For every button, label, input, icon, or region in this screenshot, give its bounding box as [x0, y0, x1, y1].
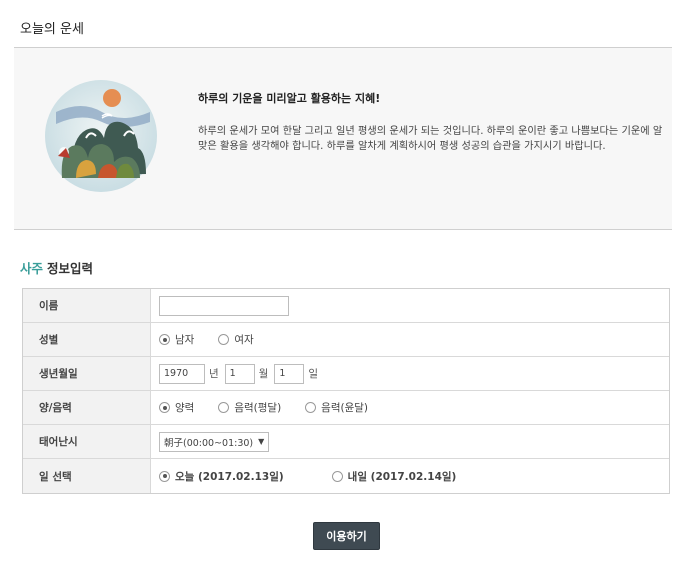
form-row-name: 이름	[23, 289, 669, 323]
gender-female-label: 여자	[234, 334, 254, 346]
birth-time-label: 태어난시	[23, 425, 151, 458]
date-today-label: 오늘 (2017.02.13일)	[175, 470, 284, 483]
birth-year-input[interactable]: 1970	[159, 363, 205, 384]
fortune-illustration	[45, 80, 157, 192]
radio-dot	[159, 334, 170, 345]
birth-time-select[interactable]: 朝子(00:00~01:30) ▼	[159, 431, 270, 452]
radio-dot	[305, 402, 317, 413]
radio-dot	[159, 402, 170, 413]
radio-dot	[331, 470, 343, 482]
form-row-birthdate: 생년월일 1970 년 1 월 1 일	[23, 357, 669, 391]
name-input[interactable]	[159, 295, 289, 316]
date-tomorrow-label: 내일 (2017.02.14일)	[347, 470, 457, 483]
name-label: 이름	[23, 289, 151, 322]
birth-month-input[interactable]: 1	[224, 363, 255, 384]
day-unit: 일	[308, 368, 319, 380]
section-title-rest: 정보입력	[47, 261, 94, 276]
birth-day-input[interactable]: 1	[274, 363, 305, 384]
fortune-page: 오늘의 운세 하루의 기운을 미리알고 활용하는 지혜! 하루의 운세가 모여 …	[0, 0, 690, 570]
birthdate-label: 생년월일	[23, 357, 151, 390]
gender-label: 성별	[23, 323, 151, 356]
form-row-calendar: 양/음력 양력 음력(평달) 음력(윤달)	[23, 391, 669, 425]
gender-radio-male[interactable]: 남자	[159, 332, 194, 347]
section-title: 사주 정보입력	[20, 258, 93, 277]
radio-dot	[218, 334, 230, 345]
intro-text: 하루의 운세가 모여 한달 그리고 일년 평생의 운세가 되는 것입니다. 하루…	[198, 126, 663, 152]
birth-time-value: 朝子(00:00~01:30)	[164, 437, 254, 449]
year-unit: 년	[209, 368, 219, 380]
form-row-date-select: 일 선택 오늘 (2017.02.13일) 내일 (2017.02.14일)	[23, 459, 669, 493]
calendar-radio-solar[interactable]: 양력	[159, 400, 194, 415]
page-title: 오늘의 운세	[20, 22, 84, 37]
title-bar: 오늘의 운세	[14, 14, 672, 48]
gender-male-label: 남자	[175, 334, 195, 346]
form-row-birth-time: 태어난시 朝子(00:00~01:30) ▼	[23, 425, 669, 459]
month-unit: 월	[258, 368, 269, 380]
intro-heading: 하루의 기운을 미리알고 활용하는 지혜!	[198, 92, 381, 105]
form-row-gender: 성별 남자 여자	[23, 323, 669, 357]
radio-dot	[218, 402, 230, 413]
calendar-solar-label: 양력	[175, 402, 195, 414]
date-radio-tomorrow[interactable]: 내일 (2017.02.14일)	[331, 469, 457, 484]
date-select-label: 일 선택	[23, 459, 151, 493]
calendar-radio-lunar[interactable]: 음력(평달)	[218, 400, 281, 415]
submit-button[interactable]: 이용하기	[313, 522, 380, 550]
section-title-accent: 사주	[20, 261, 44, 276]
chevron-down-icon: ▼	[258, 437, 265, 446]
saju-form: 이름 성별 남자 여자 생년월일 1970 년 1 월 1 일 양/음력 양력 …	[22, 288, 670, 494]
calendar-lunar-leap-label: 음력(윤달)	[321, 402, 369, 414]
calendar-radio-lunar-leap[interactable]: 음력(윤달)	[305, 400, 368, 415]
calendar-label: 양/음력	[23, 391, 151, 424]
radio-dot	[159, 470, 170, 482]
intro-panel: 하루의 기운을 미리알고 활용하는 지혜! 하루의 운세가 모여 한달 그리고 …	[14, 48, 672, 230]
gender-radio-female[interactable]: 여자	[218, 332, 254, 347]
calendar-lunar-label: 음력(평달)	[234, 402, 282, 414]
date-radio-today[interactable]: 오늘 (2017.02.13일)	[159, 469, 284, 484]
